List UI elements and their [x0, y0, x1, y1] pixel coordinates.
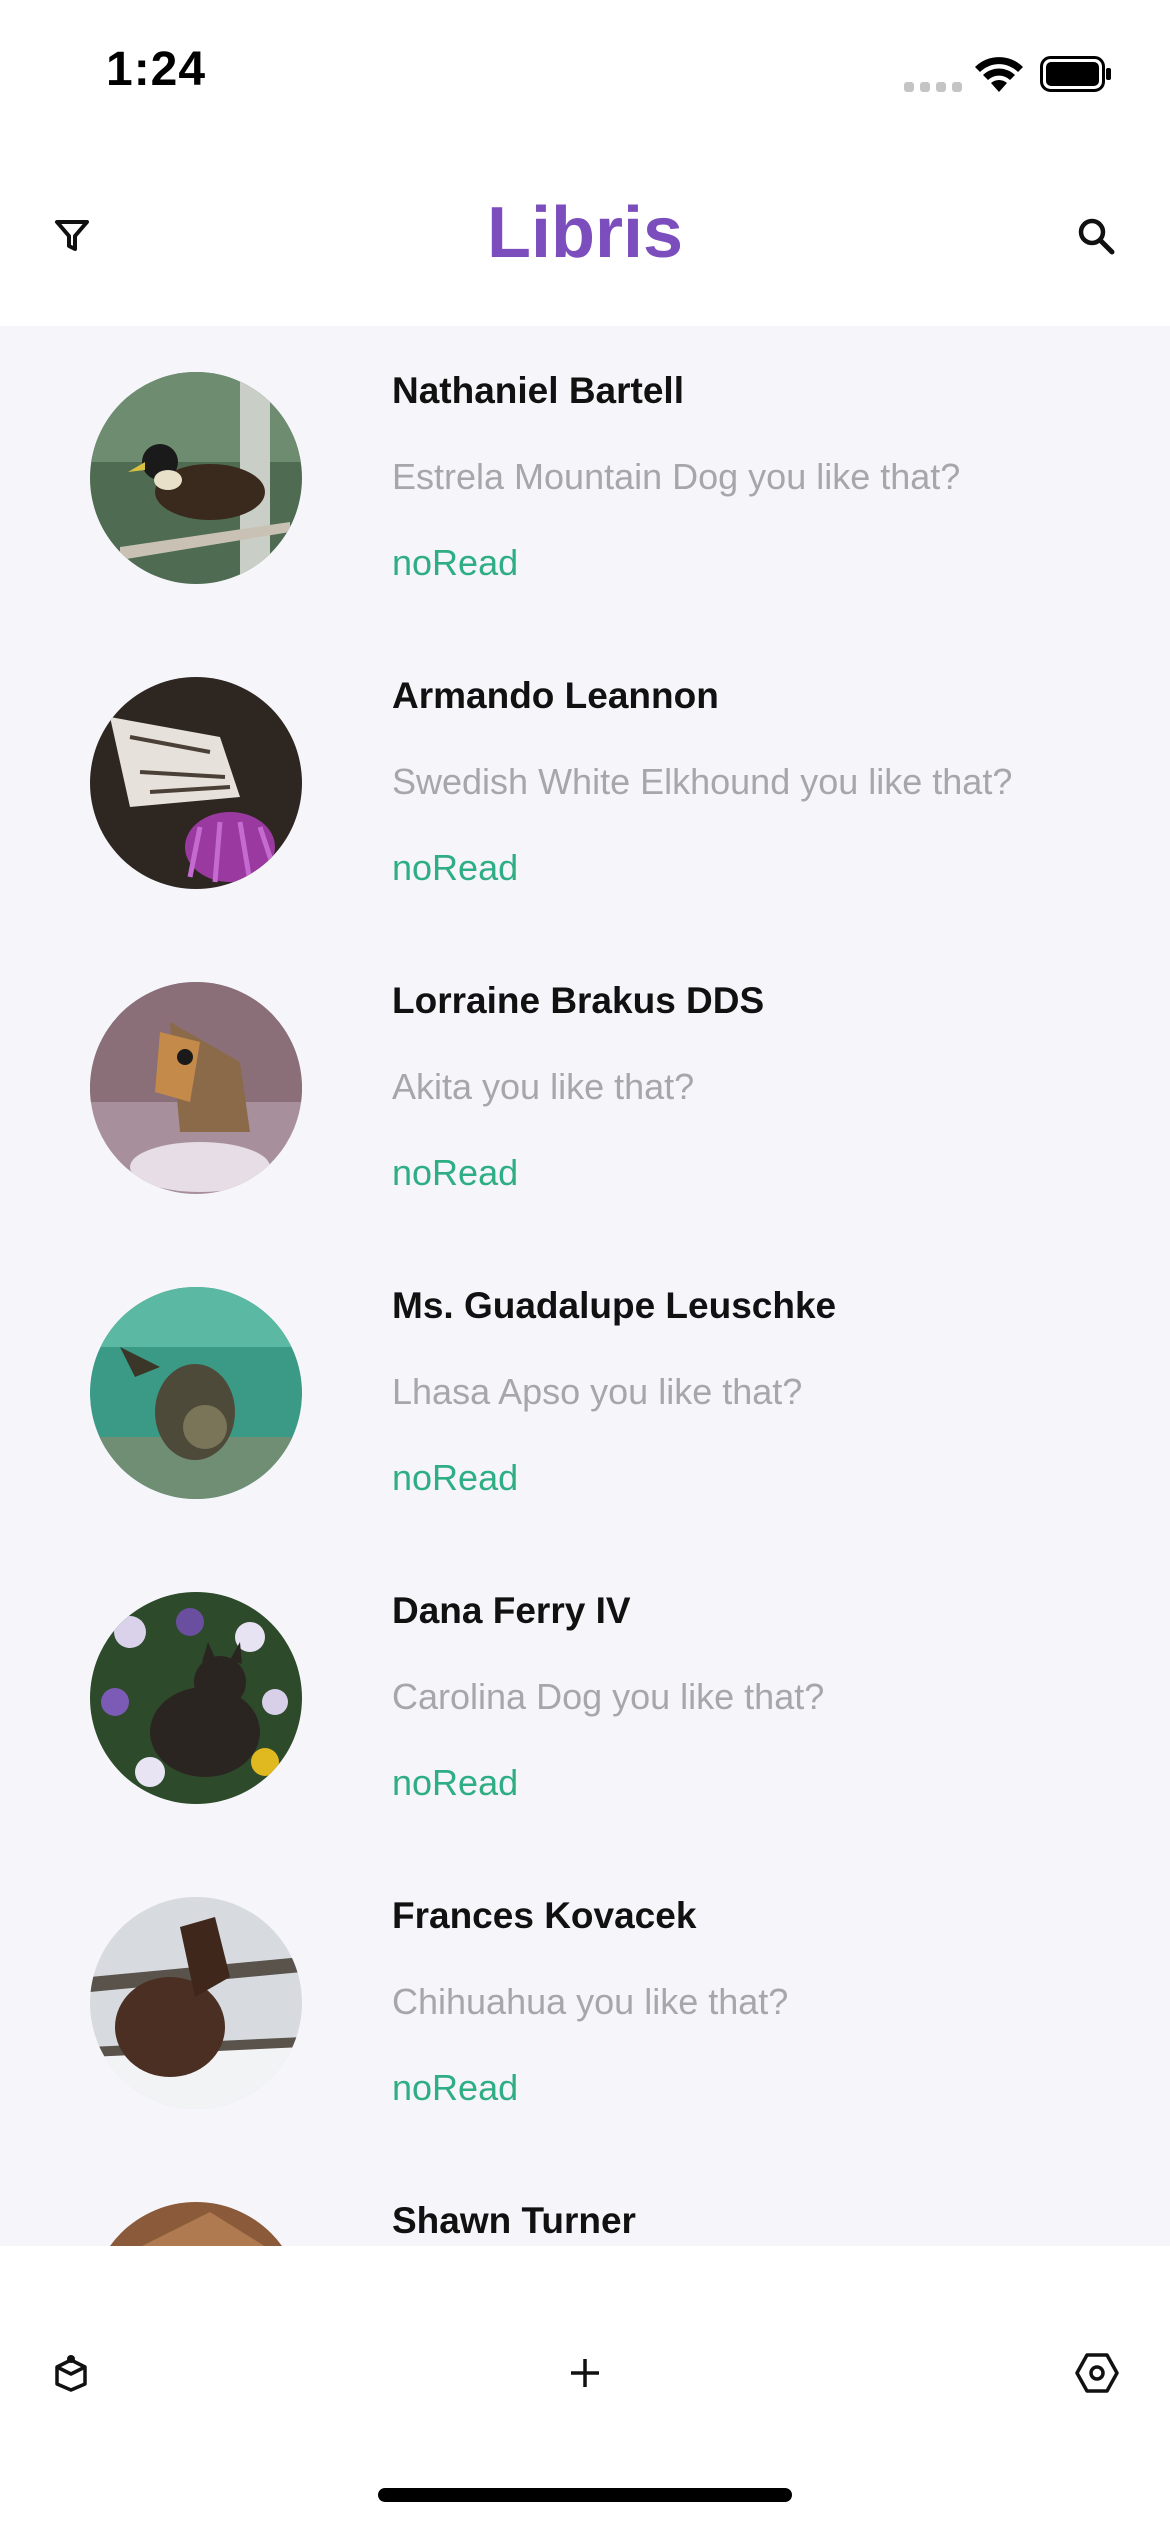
- cat-in-flowers-photo: [90, 1592, 302, 1804]
- contact-name: Shawn Turner: [392, 2200, 636, 2241]
- avatar: [90, 1287, 302, 1499]
- wifi-icon: [975, 57, 1023, 92]
- list-item[interactable]: Armando Leannon Swedish White Elkhound y…: [0, 631, 1170, 936]
- list-item[interactable]: Ms. Guadalupe Leuschke Lhasa Apso you li…: [0, 1241, 1170, 1546]
- butterfly-on-thistle-photo: [90, 677, 302, 889]
- list-item[interactable]: Shawn Turner: [0, 2156, 1170, 2246]
- avatar: [90, 1592, 302, 1804]
- avatar: [90, 1897, 302, 2109]
- contact-name: Dana Ferry IV: [392, 1590, 631, 1631]
- settings-tab-button[interactable]: [1062, 2338, 1132, 2408]
- add-button[interactable]: [550, 2338, 620, 2408]
- search-icon: [1078, 218, 1115, 255]
- status-bar: 1:24: [0, 0, 1170, 150]
- hexagon-settings-icon: [1075, 2353, 1119, 2393]
- autumn-leaf-photo: [90, 2202, 302, 2246]
- read-status: noRead: [392, 542, 519, 583]
- horse-in-snow-photo: [90, 1897, 302, 2109]
- read-status: noRead: [392, 1457, 519, 1498]
- plus-icon: [571, 2359, 599, 2387]
- avatar: [90, 677, 302, 889]
- home-indicator[interactable]: [378, 2488, 792, 2502]
- app-screen: 1:24 Libris Nathaniel Bartell Estrela Mo…: [0, 0, 1170, 2532]
- message-preview: Lhasa Apso you like that?: [392, 1371, 803, 1412]
- list-item[interactable]: Dana Ferry IV Carolina Dog you like that…: [0, 1546, 1170, 1851]
- search-button[interactable]: [1066, 206, 1126, 266]
- read-status: noRead: [392, 2067, 519, 2108]
- avatar: [90, 982, 302, 1194]
- brown-butterfly-photo: [90, 982, 302, 1194]
- page-title: Libris: [486, 193, 684, 273]
- box-icon: [55, 2355, 87, 2392]
- cellular-signal-icon: [904, 82, 962, 92]
- bird-photo: [90, 372, 302, 584]
- box-tab-button[interactable]: [36, 2338, 106, 2408]
- message-preview: Akita you like that?: [392, 1066, 695, 1107]
- read-status: noRead: [392, 1152, 519, 1193]
- read-status: noRead: [392, 1762, 519, 1803]
- read-status: noRead: [392, 847, 519, 888]
- battery-icon: [1040, 56, 1111, 92]
- message-preview: Estrela Mountain Dog you like that?: [392, 456, 961, 497]
- sea-lion-underwater-photo: [90, 1287, 302, 1499]
- contact-name: Lorraine Brakus DDS: [392, 980, 765, 1021]
- header: Libris: [0, 150, 1170, 326]
- status-time: 1:24: [106, 43, 207, 96]
- message-preview: Swedish White Elkhound you like that?: [392, 761, 1013, 802]
- message-preview: Chihuahua you like that?: [392, 1981, 789, 2022]
- contact-name: Nathaniel Bartell: [392, 370, 684, 411]
- contact-name: Frances Kovacek: [392, 1895, 697, 1936]
- conversation-list[interactable]: Nathaniel Bartell Estrela Mountain Dog y…: [0, 326, 1170, 2246]
- list-item[interactable]: Frances Kovacek Chihuahua you like that?…: [0, 1851, 1170, 2156]
- avatar: [90, 2202, 302, 2246]
- list-item[interactable]: Lorraine Brakus DDS Akita you like that?…: [0, 936, 1170, 1241]
- list-item[interactable]: Nathaniel Bartell Estrela Mountain Dog y…: [0, 326, 1170, 631]
- contact-name: Armando Leannon: [392, 675, 719, 716]
- contact-name: Ms. Guadalupe Leuschke: [392, 1285, 837, 1326]
- message-preview: Carolina Dog you like that?: [392, 1676, 825, 1717]
- avatar: [90, 372, 302, 584]
